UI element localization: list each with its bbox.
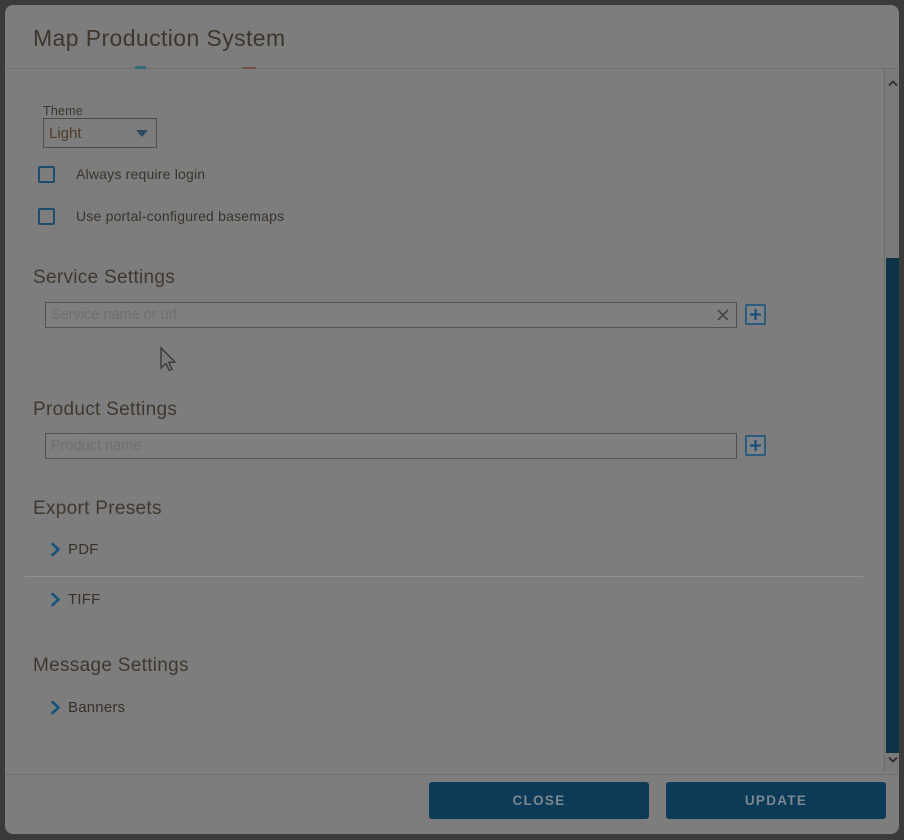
theme-select-value: Light	[49, 125, 82, 142]
message-settings-heading: Message Settings	[33, 655, 189, 677]
banners-row-label: Banners	[68, 699, 125, 716]
export-preset-tiff-row[interactable]: TIFF	[50, 591, 100, 608]
x-icon[interactable]	[710, 303, 736, 327]
always-require-login-label: Always require login	[76, 166, 205, 182]
row-divider	[25, 576, 863, 577]
service-name-input[interactable]	[46, 303, 710, 327]
service-settings-heading: Service Settings	[33, 267, 175, 289]
chevron-right-icon	[50, 592, 61, 607]
tiff-row-label: TIFF	[68, 591, 100, 608]
always-require-login-checkbox[interactable]	[38, 166, 55, 183]
vertical-scrollbar[interactable]	[884, 69, 899, 771]
product-input-wrap	[45, 433, 737, 459]
scrolled-content-sliver	[135, 66, 146, 69]
portal-basemaps-label: Use portal-configured basemaps	[76, 208, 284, 224]
scrollbar-thumb[interactable]	[886, 258, 899, 753]
pdf-row-label: PDF	[68, 541, 99, 558]
product-settings-heading: Product Settings	[33, 399, 177, 421]
add-service-button[interactable]	[745, 304, 766, 325]
chevron-down-icon[interactable]	[885, 751, 899, 767]
chevron-up-icon[interactable]	[885, 75, 899, 91]
theme-label: Theme	[43, 104, 83, 118]
plus-icon	[749, 308, 762, 321]
service-input-wrap	[45, 302, 737, 328]
product-name-input[interactable]	[46, 434, 736, 458]
banners-row[interactable]: Banners	[50, 699, 125, 716]
footer-divider	[5, 774, 899, 775]
chevron-right-icon	[50, 542, 61, 557]
portal-basemaps-checkbox[interactable]	[38, 208, 55, 225]
plus-icon	[749, 439, 762, 452]
map-production-system-dialog: Map Production System Theme Light Always…	[5, 5, 899, 834]
close-button[interactable]: CLOSE	[429, 782, 649, 819]
export-preset-pdf-row[interactable]: PDF	[50, 541, 99, 558]
dialog-title: Map Production System	[33, 25, 286, 52]
scrolled-content-sliver-2	[243, 67, 256, 69]
add-product-button[interactable]	[745, 435, 766, 456]
export-presets-heading: Export Presets	[33, 498, 162, 520]
chevron-right-icon	[50, 700, 61, 715]
update-button[interactable]: UPDATE	[666, 782, 886, 819]
caret-down-icon	[136, 130, 148, 137]
theme-select[interactable]: Light	[43, 118, 157, 148]
mouse-cursor	[157, 346, 179, 374]
